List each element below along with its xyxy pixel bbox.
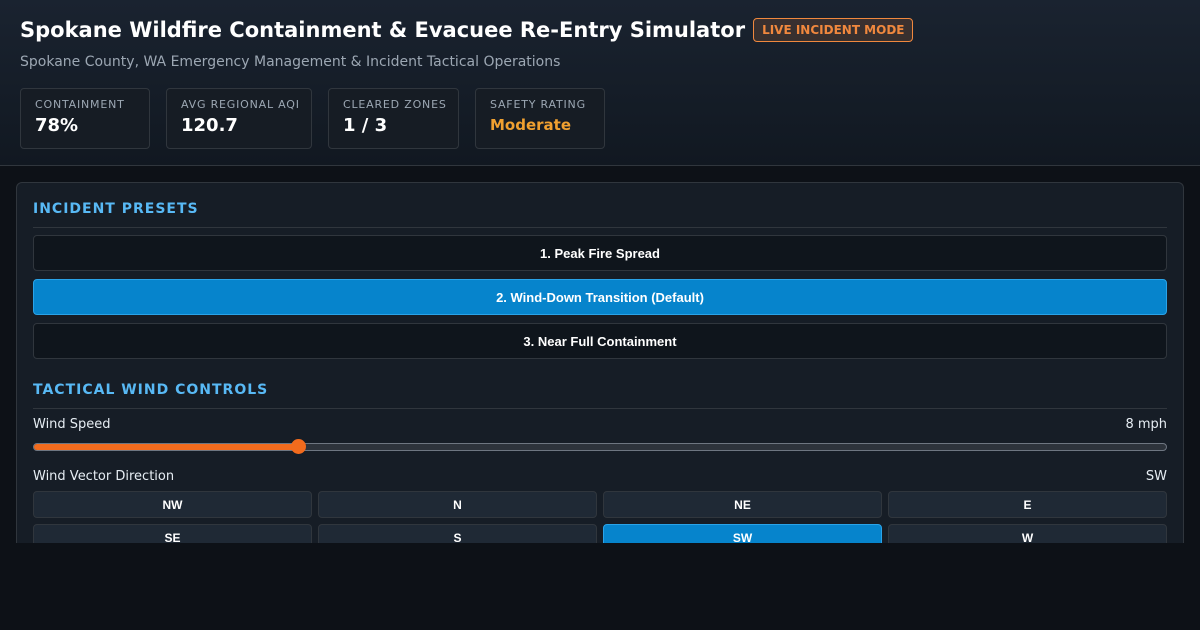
preset-button-near-full-containment[interactable]: 3. Near Full Containment	[33, 323, 1167, 359]
control-panel: INCIDENT PRESETS 1. Peak Fire Spread 2. …	[16, 182, 1184, 543]
stat-label: SAFETY RATING	[490, 98, 586, 111]
stats-row: CONTAINMENT 78% AVG REGIONAL AQI 120.7 C…	[20, 88, 605, 149]
stat-containment: CONTAINMENT 78%	[20, 88, 150, 149]
page-subtitle: Spokane County, WA Emergency Management …	[20, 54, 561, 70]
title-row: Spokane Wildfire Containment & Evacuee R…	[20, 18, 914, 42]
wind-speed-label: Wind Speed	[33, 417, 111, 432]
preset-button-wind-down-transition[interactable]: 2. Wind-Down Transition (Default)	[33, 279, 1167, 315]
stat-value: Moderate	[490, 116, 572, 134]
section-title-presets: INCIDENT PRESETS	[33, 201, 1167, 228]
page-title: Spokane Wildfire Containment & Evacuee R…	[20, 18, 746, 42]
wind-speed-value: 8 mph	[1125, 417, 1167, 432]
wind-direction-label: Wind Vector Direction	[33, 469, 175, 484]
stat-label: CONTAINMENT	[35, 98, 125, 111]
wind-direction-value: SW	[1145, 469, 1167, 484]
live-incident-badge: LIVE INCIDENT MODE	[753, 18, 914, 42]
stat-label: AVG REGIONAL AQI	[181, 98, 300, 111]
section-title-wind: TACTICAL WIND CONTROLS	[33, 382, 1167, 409]
direction-button-nw[interactable]: NW	[33, 491, 312, 518]
wind-speed-slider-fill	[34, 444, 298, 450]
stat-value: 78%	[35, 115, 79, 136]
wind-direction-grid: NW N NE E SE S SW W	[33, 491, 1167, 543]
stat-safety-rating: SAFETY RATING Moderate	[475, 88, 605, 149]
direction-button-w[interactable]: W	[888, 524, 1167, 543]
direction-button-s[interactable]: S	[318, 524, 597, 543]
direction-button-sw[interactable]: SW	[603, 524, 882, 543]
wind-speed-slider[interactable]	[33, 439, 1167, 454]
preset-button-peak-fire-spread[interactable]: 1. Peak Fire Spread	[33, 235, 1167, 271]
direction-button-se[interactable]: SE	[33, 524, 312, 543]
stat-aqi: AVG REGIONAL AQI 120.7	[166, 88, 312, 149]
stat-value: 120.7	[181, 115, 238, 136]
direction-button-ne[interactable]: NE	[603, 491, 882, 518]
direction-button-n[interactable]: N	[318, 491, 597, 518]
stat-label: CLEARED ZONES	[343, 98, 447, 111]
stat-value: 1 / 3	[343, 115, 388, 136]
wind-speed-slider-thumb[interactable]	[290, 439, 306, 454]
direction-button-e[interactable]: E	[888, 491, 1167, 518]
stat-cleared-zones: CLEARED ZONES 1 / 3	[328, 88, 459, 149]
header: Spokane Wildfire Containment & Evacuee R…	[0, 0, 1200, 166]
